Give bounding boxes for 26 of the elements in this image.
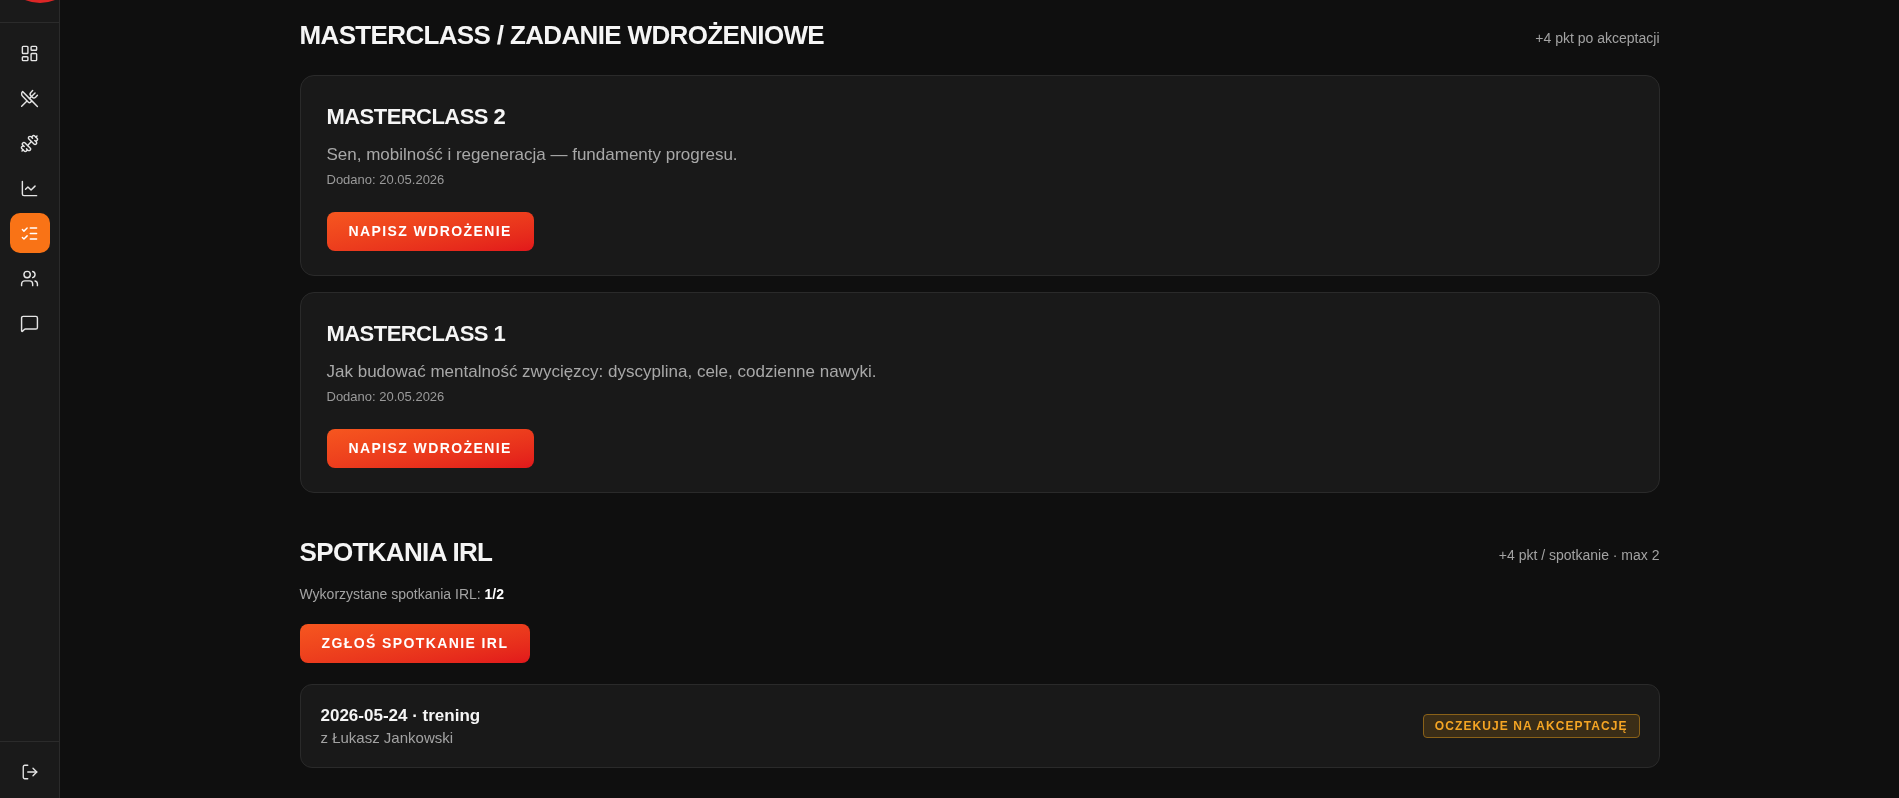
chat-bubble-icon	[20, 313, 39, 333]
line-chart-icon	[20, 178, 39, 198]
meeting-person: z Łukasz Jankowski	[320, 728, 455, 748]
write-implementation-button[interactable]: NAPISZ WDROŻENIE	[326, 429, 534, 468]
points-note: +4 pkt / spotkanie · max 2	[1498, 546, 1660, 565]
added-date: Dodano: 20.05.2026	[326, 388, 445, 406]
logout-icon	[20, 763, 39, 781]
write-implementation-button[interactable]: NAPISZ WDROŻENIE	[326, 212, 534, 251]
card-title: MASTERCLASS 1	[326, 320, 506, 348]
card-title: MASTERCLASS 2	[326, 103, 506, 131]
dumbbell-icon	[20, 133, 39, 153]
sidebar-item[interactable]	[9, 213, 50, 253]
report-meeting-button[interactable]: ZGŁOŚ SPOTKANIE IRL	[299, 624, 531, 663]
added-date: Dodano: 20.05.2026	[326, 171, 445, 189]
section-title: SPOTKANIA IRL	[299, 536, 493, 569]
card-description: Jak budować mentalność zwycięzcy: dyscyplina, cele, codzienne nawyki.	[326, 361, 877, 383]
section-title: MASTERCLASS / ZADANIE WDROŻENIOWE	[299, 19, 825, 52]
card-description: Sen, mobilność i regeneracja — fundamenty progresu.	[326, 144, 738, 166]
usage-text: Wykorzystane spotkania IRL: 1/2	[299, 585, 506, 604]
meeting-title: 2026-05-24 · trening	[320, 705, 481, 727]
status-badge: OCZEKUJE NA AKCEPTACJĘ	[1422, 714, 1640, 738]
layout-grid-icon	[20, 43, 39, 63]
logo-icon[interactable]	[25, 0, 55, 3]
users-icon	[20, 268, 39, 288]
fork-knife-icon	[20, 88, 39, 108]
points-note: +4 pkt po akceptacji	[1535, 29, 1660, 48]
